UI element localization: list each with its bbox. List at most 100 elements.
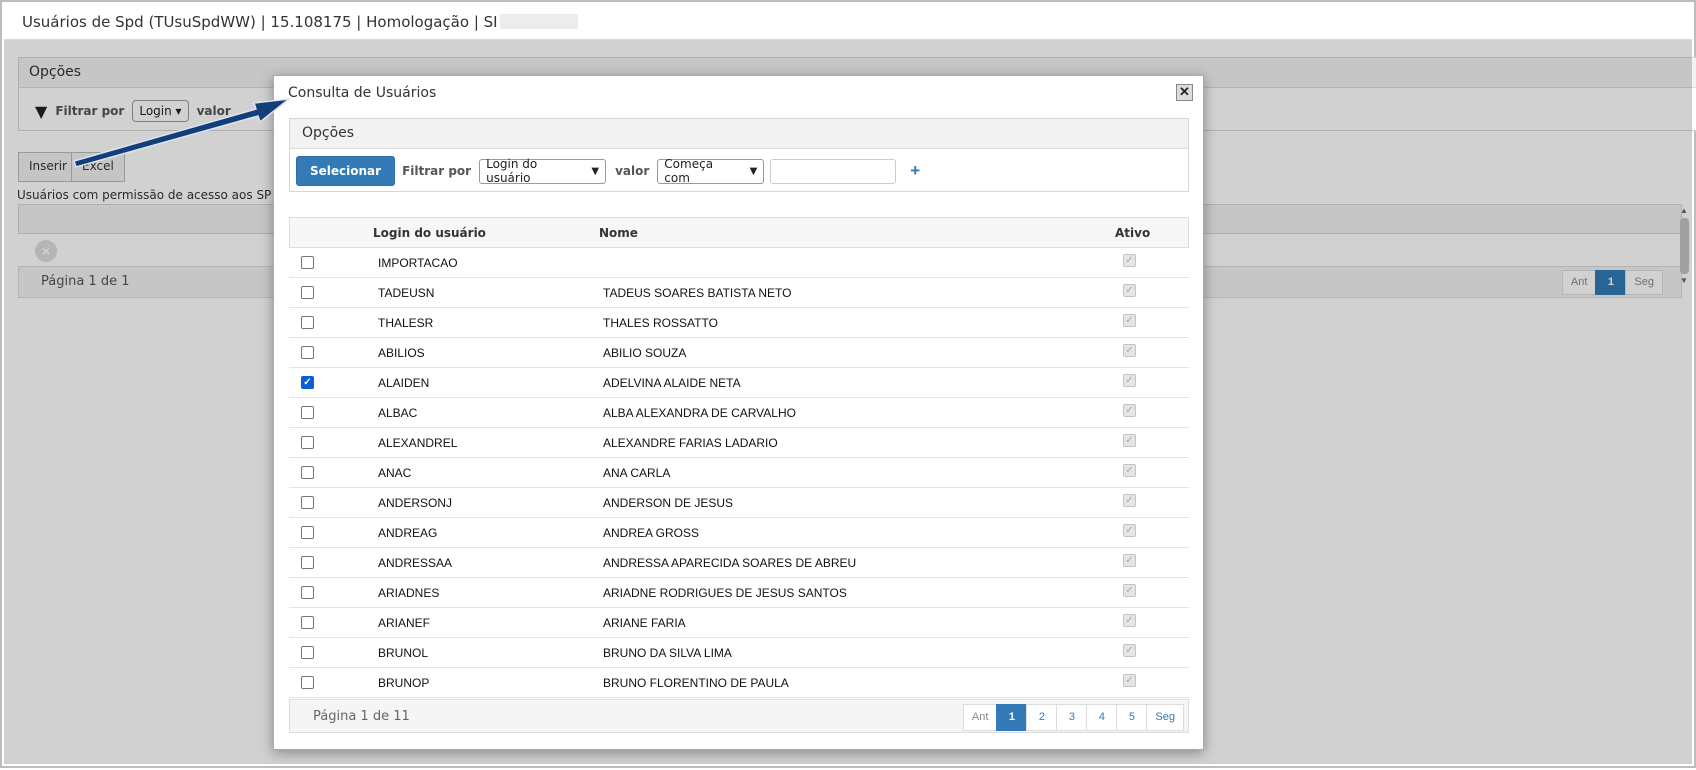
dialog-value-label: valor [615, 164, 650, 178]
column-ativo[interactable]: Ativo [1115, 226, 1150, 240]
row-nome: ANDERSON DE JESUS [603, 496, 734, 510]
table-row[interactable]: ANAC ANA CARLA ✓ [289, 458, 1189, 488]
table-row[interactable]: ARIADNES ARIADNE RODRIGUES DE JESUS SANTO… [289, 578, 1189, 608]
row-nome: ANDRESSA APARECIDA SOARES DE ABREU [603, 556, 857, 570]
row-nome: ABILIO SOUZA [603, 346, 687, 360]
row-login: ALBAC [378, 406, 418, 420]
dialog-filter-row: Selecionar Filtrar por Login do usuário ▼… [296, 156, 920, 186]
row-select-checkbox[interactable] [301, 316, 314, 329]
row-nome: ADELVINA ALAIDE NETA [603, 376, 741, 390]
table-row[interactable]: ANDERSONJ ANDERSON DE JESUS ✓ [289, 488, 1189, 518]
row-login: ANDREAG [378, 526, 438, 540]
row-select-checkbox[interactable] [301, 466, 314, 479]
row-active-checkbox: ✓ [1123, 254, 1136, 267]
row-select-checkbox[interactable] [301, 346, 314, 359]
row-active-checkbox: ✓ [1123, 494, 1136, 507]
row-select-checkbox[interactable] [301, 646, 314, 659]
row-login: IMPORTACAO [378, 256, 458, 270]
dialog-options-title: Opções [290, 119, 1188, 149]
chevron-down-icon: ▼ [749, 165, 758, 177]
grid-rows: IMPORTACAO ✓ TADEUSN TADEUS SOARES BATISTA … [289, 248, 1189, 698]
page-prev[interactable]: Ant [962, 704, 998, 731]
table-row[interactable]: ABILIOS ABILIO SOUZA ✓ [289, 338, 1189, 368]
table-row[interactable]: TADEUSN TADEUS SOARES BATISTA NETO ✓ [289, 278, 1189, 308]
page-5[interactable]: 5 [1116, 704, 1148, 731]
row-select-checkbox[interactable] [301, 616, 314, 629]
page-2[interactable]: 2 [1026, 704, 1058, 731]
row-select-checkbox[interactable] [301, 676, 314, 689]
value-input[interactable] [770, 158, 897, 184]
table-row[interactable]: BRUNOP BRUNO FLORENTINO DE PAULA ✓ [289, 668, 1189, 698]
table-row[interactable]: ALBAC ALBA ALEXANDRA DE CARVALHO ✓ [289, 398, 1189, 428]
row-nome: BRUNO DA SILVA LIMA [603, 646, 732, 660]
grid-header: Login do usuário Nome Ativo [289, 217, 1189, 248]
row-select-checkbox[interactable] [301, 256, 314, 269]
page-1[interactable]: 1 [996, 704, 1028, 731]
row-login: TADEUSN [378, 286, 435, 300]
row-select-checkbox[interactable]: ✓ [301, 376, 314, 389]
users-grid: Login do usuário Nome Ativo IMPORTACAO ✓ T… [289, 217, 1189, 698]
page-4[interactable]: 4 [1086, 704, 1118, 731]
row-login: ARIADNES [378, 586, 440, 600]
row-nome: ANA CARLA [603, 466, 671, 480]
row-nome: ALBA ALEXANDRA DE CARVALHO [603, 406, 796, 420]
page-3[interactable]: 3 [1056, 704, 1088, 731]
row-select-checkbox[interactable] [301, 496, 314, 509]
row-login: ALAIDEN [378, 376, 430, 390]
row-active-checkbox: ✓ [1123, 374, 1136, 387]
dialog-pager-text: Página 1 de 11 [313, 709, 410, 724]
app-window: Usuários de Spd (TUsuSpdWW) | 15.108175 … [0, 0, 1696, 768]
row-login: BRUNOL [378, 646, 429, 660]
row-login: ANDERSONJ [378, 496, 453, 510]
row-login: ANAC [378, 466, 412, 480]
row-login: ALEXANDREL [378, 436, 458, 450]
row-active-checkbox: ✓ [1123, 314, 1136, 327]
row-select-checkbox[interactable] [301, 556, 314, 569]
window-title-text: Usuários de Spd (TUsuSpdWW) | 15.108175 … [22, 13, 498, 31]
row-select-checkbox[interactable] [301, 286, 314, 299]
row-select-checkbox[interactable] [301, 586, 314, 599]
table-row[interactable]: ANDRESSAA ANDRESSA APARECIDA SOARES DE AB… [289, 548, 1189, 578]
row-active-checkbox: ✓ [1123, 554, 1136, 567]
table-row[interactable]: ✓ ALAIDEN ADELVINA ALAIDE NETA ✓ [289, 368, 1189, 398]
add-filter-icon[interactable]: + [910, 161, 920, 181]
column-login[interactable]: Login do usuário [373, 226, 486, 240]
row-nome: ALEXANDRE FARIAS LADARIO [603, 436, 778, 450]
row-nome: ARIADNE RODRIGUES DE JESUS SANTOS [603, 586, 847, 600]
row-active-checkbox: ✓ [1123, 344, 1136, 357]
row-active-checkbox: ✓ [1123, 404, 1136, 417]
row-nome: BRUNO FLORENTINO DE PAULA [603, 676, 789, 690]
chevron-down-icon: ▼ [591, 165, 600, 177]
window-title: Usuários de Spd (TUsuSpdWW) | 15.108175 … [4, 4, 1692, 40]
close-icon[interactable]: ✕ [1176, 84, 1193, 101]
row-login: BRUNOP [378, 676, 430, 690]
select-button[interactable]: Selecionar [296, 156, 396, 186]
operator-select[interactable]: Começa com ▼ [657, 157, 765, 185]
dialog-filter-label: Filtrar por [402, 164, 472, 178]
row-nome: ARIANE FARIA [603, 616, 686, 630]
row-active-checkbox: ✓ [1123, 284, 1136, 297]
operator-select-value: Começa com [664, 157, 714, 185]
row-nome: ANDREA GROSS [603, 526, 700, 540]
table-row[interactable]: ANDREAG ANDREA GROSS ✓ [289, 518, 1189, 548]
row-select-checkbox[interactable] [301, 526, 314, 539]
row-nome: TADEUS SOARES BATISTA NETO [603, 286, 792, 300]
row-nome: THALES ROSSATTO [603, 316, 718, 330]
table-row[interactable]: ALEXANDREL ALEXANDRE FARIAS LADARIO ✓ [289, 428, 1189, 458]
row-select-checkbox[interactable] [301, 406, 314, 419]
table-row[interactable]: BRUNOL BRUNO DA SILVA LIMA ✓ [289, 638, 1189, 668]
row-active-checkbox: ✓ [1123, 674, 1136, 687]
dialog-filter-select[interactable]: Login do usuário ▼ [479, 157, 607, 185]
dialog-filter-select-value: Login do usuário [486, 157, 538, 185]
table-row[interactable]: ARIANEF ARIANE FARIA ✓ [289, 608, 1189, 638]
row-active-checkbox: ✓ [1123, 524, 1136, 537]
row-login: ANDRESSAA [378, 556, 453, 570]
row-active-checkbox: ✓ [1123, 644, 1136, 657]
row-select-checkbox[interactable] [301, 436, 314, 449]
row-active-checkbox: ✓ [1123, 584, 1136, 597]
table-row[interactable]: IMPORTACAO ✓ [289, 248, 1189, 278]
table-row[interactable]: THALESR THALES ROSSATTO ✓ [289, 308, 1189, 338]
page-next[interactable]: Seg [1146, 704, 1184, 731]
row-login: THALESR [378, 316, 434, 330]
column-nome[interactable]: Nome [599, 226, 638, 240]
